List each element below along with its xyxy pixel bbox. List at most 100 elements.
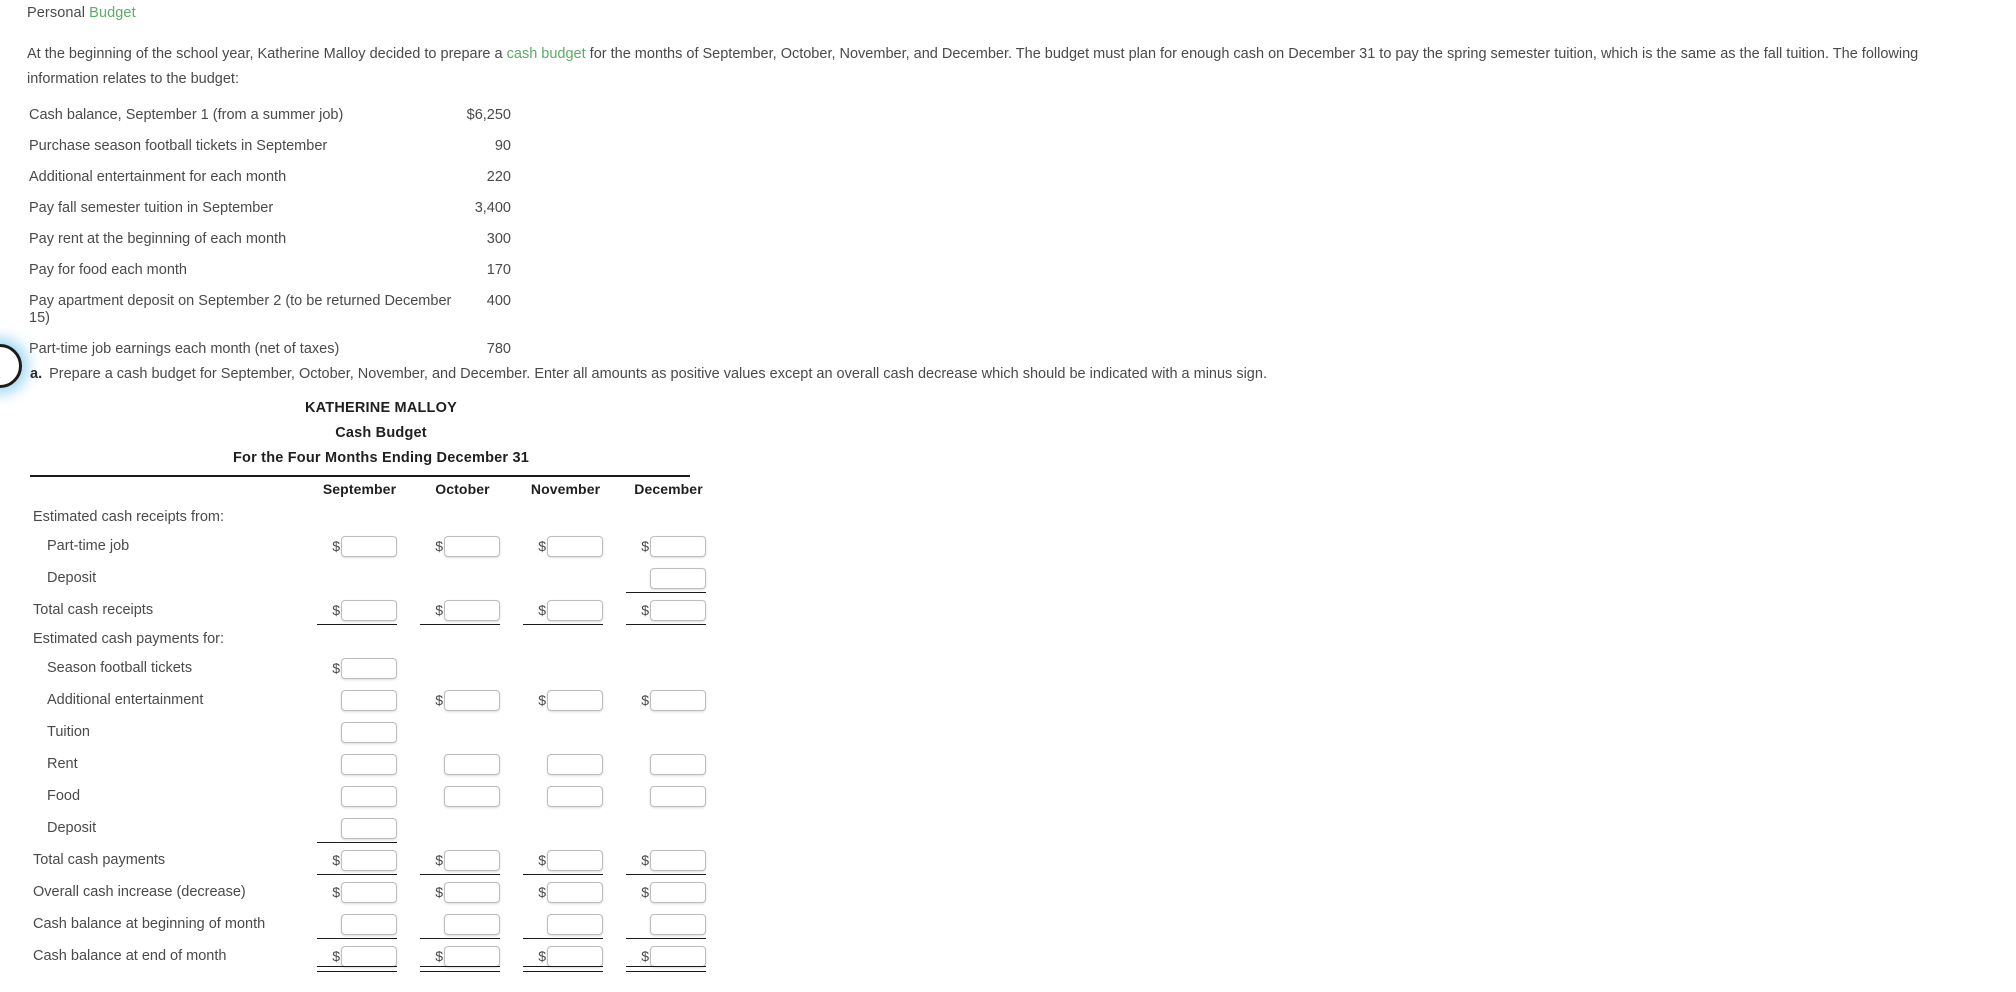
budget-row-label: Estimated cash payments for: (33, 631, 224, 647)
cell-content (308, 748, 411, 780)
budget-cell-september (308, 716, 411, 748)
amount-input-november[interactable] (547, 753, 603, 775)
amount-input-december[interactable] (650, 849, 706, 871)
cell-content: $ (617, 594, 720, 626)
column-header-row: September October November December (30, 477, 720, 504)
amount-input-september[interactable] (341, 913, 397, 935)
amount-input-december[interactable] (650, 945, 706, 967)
amount-input-september[interactable] (341, 849, 397, 871)
given-label: Pay for food each month (29, 262, 187, 278)
amount-input-october[interactable] (444, 913, 500, 935)
dollar-sign: $ (538, 884, 546, 900)
amount-input-november[interactable] (547, 785, 603, 807)
amount-input-september[interactable] (341, 945, 397, 967)
amount-input-october[interactable] (444, 599, 500, 621)
given-data-body: Cash balance, September 1 (from a summer… (27, 100, 657, 365)
requirement-text: Prepare a cash budget for September, Oct… (49, 366, 1267, 382)
budget-cell-september: $ (308, 530, 411, 562)
cell-content: $ (514, 594, 617, 626)
amount-input-november[interactable] (547, 913, 603, 935)
amount-input-november[interactable] (547, 881, 603, 903)
budget-row-label: Season football tickets (47, 660, 193, 676)
budget-cell-december: $ (617, 530, 720, 562)
budget-cell-december (617, 908, 720, 940)
amount-input-september[interactable] (341, 689, 397, 711)
amount-input-october[interactable] (444, 945, 500, 967)
form-title-company: KATHERINE MALLOY (305, 400, 457, 416)
budget-cell-november (514, 748, 617, 780)
dollar-sign: $ (332, 884, 340, 900)
budget-cell-november: $ (514, 684, 617, 716)
budget-row: Estimated cash payments for: (30, 626, 720, 652)
cell-content (308, 812, 411, 844)
amount-input-november[interactable] (547, 849, 603, 871)
cash-budget-form: KATHERINE MALLOY Cash Budget For the Fou… (30, 396, 720, 972)
given-label: Additional entertainment for each month (29, 169, 287, 185)
budget-row-label: Total cash payments (33, 852, 166, 868)
amount-input-november[interactable] (547, 535, 603, 557)
dollar-sign: $ (538, 948, 546, 964)
amount-input-november[interactable] (547, 689, 603, 711)
budget-table-body: Estimated cash receipts from: Part-time j… (30, 504, 720, 972)
amount-input-december[interactable] (650, 881, 706, 903)
given-label: Pay apartment deposit on September 2 (to… (29, 293, 452, 326)
budget-cell-october (411, 812, 514, 844)
amount-input-september[interactable] (341, 657, 397, 679)
budget-row: Total cash payments $ $ $ $ (30, 844, 720, 876)
amount-input-september[interactable] (341, 721, 397, 743)
budget-cell-september: $ (308, 594, 411, 626)
amount-input-september[interactable] (341, 817, 397, 839)
amount-input-october[interactable] (444, 881, 500, 903)
cell-content (617, 908, 720, 940)
budget-cell-december (617, 812, 720, 844)
amount-input-november[interactable] (547, 599, 603, 621)
requirement-letter: a. (30, 366, 43, 382)
amount-input-december[interactable] (650, 689, 706, 711)
given-amount: 780 (486, 341, 511, 357)
cell-content: $ (411, 876, 514, 908)
cell-content: $ (411, 940, 514, 972)
cell-content (308, 716, 411, 748)
cell-content: $ (514, 684, 617, 716)
budget-cell-september (308, 780, 411, 812)
cell-content (617, 748, 720, 780)
budget-row-label: Deposit (47, 820, 97, 836)
cell-content (411, 780, 514, 812)
amount-input-september[interactable] (341, 535, 397, 557)
amount-input-september[interactable] (341, 881, 397, 903)
amount-input-december[interactable] (650, 567, 706, 589)
amount-input-september[interactable] (341, 753, 397, 775)
dollar-sign: $ (332, 852, 340, 868)
cash-budget-link[interactable]: cash budget (507, 46, 586, 62)
dollar-sign: $ (538, 538, 546, 554)
amount-input-december[interactable] (650, 753, 706, 775)
cell-content: $ (617, 684, 720, 716)
budget-cell-september: $ (308, 844, 411, 876)
budget-row-label: Overall cash increase (decrease) (33, 884, 246, 900)
given-label: Part-time job earnings each month (net o… (29, 341, 340, 357)
breadcrumb-accent: Budget (89, 5, 136, 21)
amount-input-october[interactable] (444, 535, 500, 557)
amount-input-december[interactable] (650, 913, 706, 935)
amount-input-november[interactable] (547, 945, 603, 967)
amount-input-december[interactable] (650, 535, 706, 557)
amount-input-october[interactable] (444, 753, 500, 775)
amount-input-september[interactable] (341, 599, 397, 621)
amount-input-october[interactable] (444, 785, 500, 807)
amount-input-october[interactable] (444, 689, 500, 711)
amount-input-october[interactable] (444, 849, 500, 871)
dollar-sign: $ (641, 602, 649, 618)
budget-row-label: Tuition (47, 724, 90, 740)
budget-cell-october: $ (411, 940, 514, 972)
budget-cell-october: $ (411, 684, 514, 716)
budget-row-label: Part-time job (47, 538, 130, 554)
given-amount: 400 (486, 293, 511, 309)
amount-input-december[interactable] (650, 785, 706, 807)
amount-input-september[interactable] (341, 785, 397, 807)
budget-row-label: Estimated cash receipts from: (33, 509, 224, 525)
budget-cell-october (411, 562, 514, 594)
budget-cell-september (308, 562, 411, 594)
budget-row: Total cash receipts $ $ $ $ (30, 594, 720, 626)
dollar-sign: $ (641, 884, 649, 900)
amount-input-december[interactable] (650, 599, 706, 621)
